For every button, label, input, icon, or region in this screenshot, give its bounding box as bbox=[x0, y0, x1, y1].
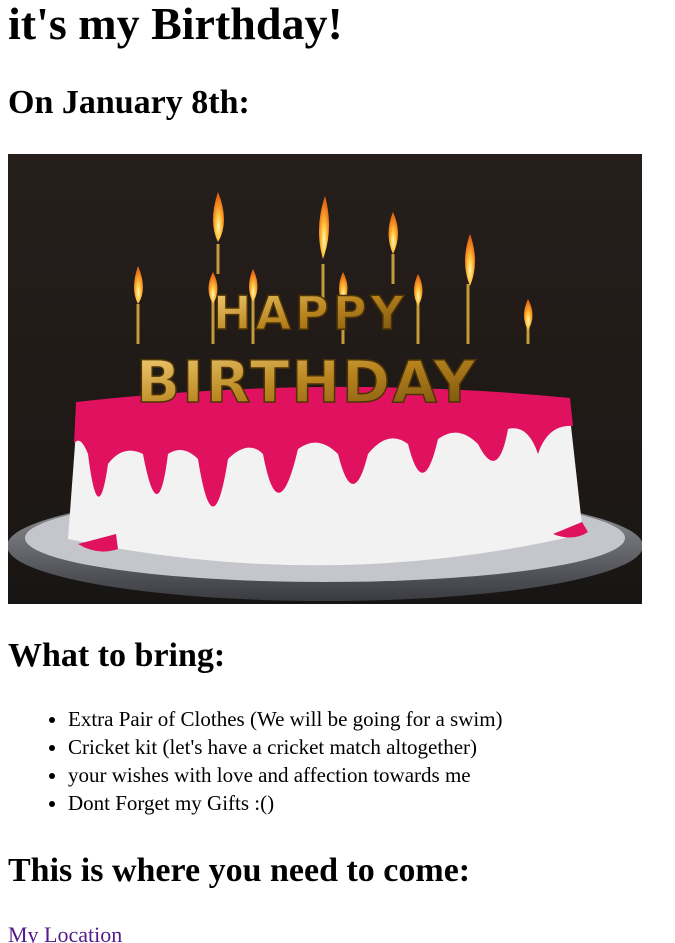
list-item: Dont Forget my Gifts :() bbox=[68, 789, 503, 817]
bring-list: Extra Pair of Clothes (We will be going … bbox=[8, 705, 503, 817]
candle-letters-happy: HAPPY bbox=[213, 286, 408, 340]
location-link[interactable]: My Location bbox=[8, 920, 122, 943]
what-to-bring-heading: What to bring: bbox=[8, 637, 226, 674]
where-heading: This is where you need to come: bbox=[8, 852, 471, 889]
page-title: it's my Birthday! bbox=[8, 0, 343, 49]
candle-letters-birthday: BIRTHDAY bbox=[136, 348, 477, 416]
birthday-cake-image: HAPPY BIRTHDAY bbox=[8, 154, 642, 604]
list-item: your wishes with love and affection towa… bbox=[68, 761, 503, 789]
list-item: Extra Pair of Clothes (We will be going … bbox=[68, 705, 503, 733]
date-heading: On January 8th: bbox=[8, 84, 250, 121]
list-item: Cricket kit (let's have a cricket match … bbox=[68, 733, 503, 761]
